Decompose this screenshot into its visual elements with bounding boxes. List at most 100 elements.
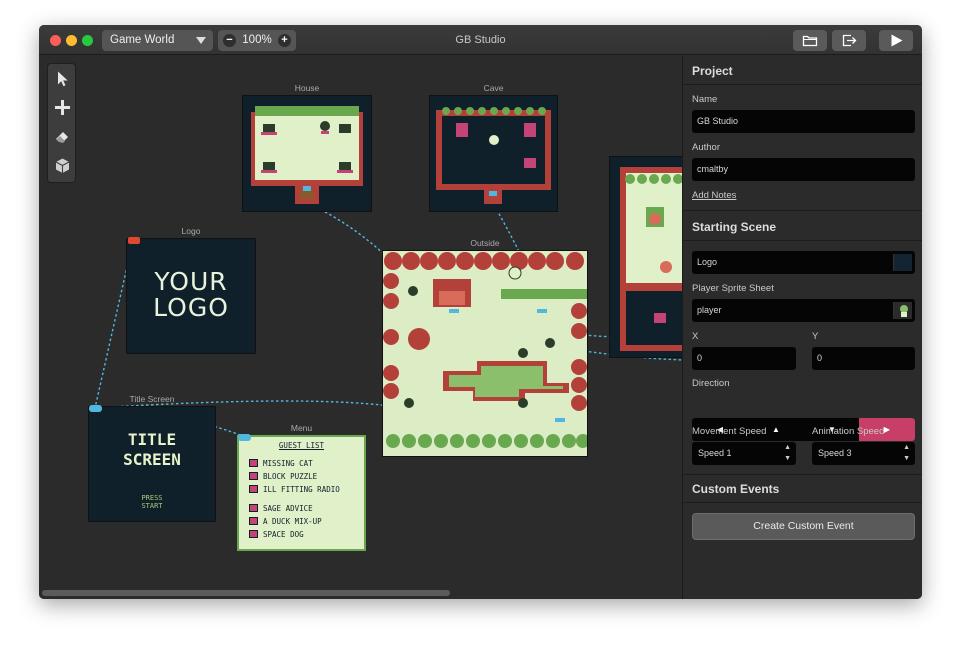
movement-speed-value: Speed 1 bbox=[698, 448, 732, 458]
world-view-select-label: Game World bbox=[110, 34, 175, 46]
zoom-out-button[interactable]: − bbox=[223, 34, 236, 47]
export-button[interactable] bbox=[832, 30, 866, 51]
divider bbox=[683, 84, 922, 85]
menu-item: BLOCK PUZZLE bbox=[249, 472, 363, 485]
starting-scene-select[interactable]: Logo bbox=[692, 251, 915, 274]
logo-art-text: YOUR LOGO bbox=[127, 269, 255, 321]
scene-house[interactable] bbox=[242, 95, 372, 212]
scene-menu[interactable]: GUEST LIST MISSING CAT BLOCK PUZZLE ILL … bbox=[237, 435, 366, 551]
maximize-window-button[interactable] bbox=[82, 35, 93, 46]
add-notes-link[interactable]: Add Notes bbox=[692, 190, 736, 201]
scene-label-logo: Logo bbox=[181, 226, 201, 236]
menu-item-label: SPACE DOG bbox=[263, 530, 304, 539]
press-line-1: PRESS bbox=[141, 494, 163, 502]
animation-speed-label: Animation Speed bbox=[812, 426, 885, 437]
menu-item-label: MISSING CAT bbox=[263, 459, 313, 468]
menu-heading: GUEST LIST bbox=[278, 441, 325, 450]
scene-title-screen[interactable]: TITLE SCREEN PRESS START bbox=[88, 406, 216, 522]
checkbox-icon bbox=[249, 459, 258, 467]
trigger-marker-icon bbox=[89, 405, 102, 412]
name-label: Name bbox=[692, 94, 718, 105]
scene-offscreen[interactable] bbox=[609, 156, 682, 358]
export-icon bbox=[842, 34, 857, 47]
zoom-control: − 100% + bbox=[218, 30, 296, 51]
chevron-down-icon bbox=[196, 37, 206, 44]
minimize-window-button[interactable] bbox=[66, 35, 77, 46]
menu-item: ILL FITTING RADIO bbox=[249, 485, 363, 504]
logo-line-1: YOUR bbox=[154, 267, 228, 296]
checkbox-icon bbox=[249, 485, 258, 493]
author-label: Author bbox=[692, 142, 720, 153]
starting-scene-value: Logo bbox=[697, 257, 718, 267]
scene-logo[interactable]: YOUR LOGO bbox=[126, 238, 256, 354]
divider bbox=[683, 210, 922, 211]
menu-item: A DUCK MIX-UP bbox=[249, 517, 363, 530]
cave-scene-art bbox=[430, 96, 557, 211]
movement-speed-select[interactable]: Speed 1 ▲ ▼ bbox=[692, 442, 796, 465]
titlebar: Game World − 100% + GB Studio bbox=[39, 25, 922, 55]
scene-label-outside: Outside bbox=[470, 238, 500, 248]
scene-label-house: House bbox=[294, 83, 320, 93]
open-folder-button[interactable] bbox=[793, 30, 827, 51]
scene-label-title-screen: Title Screen bbox=[129, 394, 175, 404]
project-sidebar: Project Name GB Studio Author cmaltby Ad… bbox=[682, 56, 922, 599]
scene-outside[interactable] bbox=[382, 250, 590, 457]
logo-line-2: LOGO bbox=[153, 293, 229, 322]
y-field[interactable]: 0 bbox=[812, 347, 915, 370]
updown-arrows-icon: ▲ ▼ bbox=[784, 444, 791, 462]
divider bbox=[683, 474, 922, 475]
name-field[interactable]: GB Studio bbox=[692, 110, 915, 133]
menu-item-label: SAGE ADVICE bbox=[263, 504, 313, 513]
animation-speed-select[interactable]: Speed 3 ▲ ▼ bbox=[812, 442, 915, 465]
y-label: Y bbox=[812, 331, 819, 342]
press-start-text: PRESS START bbox=[89, 494, 215, 510]
menu-item-label: BLOCK PUZZLE bbox=[263, 472, 318, 481]
scene-cave[interactable] bbox=[429, 95, 558, 212]
divider bbox=[683, 502, 922, 503]
menu-item-label: A DUCK MIX-UP bbox=[263, 517, 322, 526]
updown-arrows-icon: ▲ ▼ bbox=[903, 444, 910, 462]
menu-list: MISSING CAT BLOCK PUZZLE ILL FITTING RAD… bbox=[249, 459, 363, 543]
outside-scene-art bbox=[383, 251, 590, 456]
zoom-in-button[interactable]: + bbox=[278, 34, 291, 47]
folder-icon bbox=[802, 35, 818, 47]
start-scene-flag-icon bbox=[128, 237, 140, 244]
title-line-1: TITLE bbox=[127, 430, 177, 449]
scene-label-menu: Menu bbox=[290, 423, 313, 433]
house-scene-art bbox=[243, 96, 371, 211]
scene-thumbnail-icon bbox=[893, 254, 912, 271]
movement-speed-label: Movement Speed bbox=[692, 426, 767, 437]
menu-item-label: ILL FITTING RADIO bbox=[263, 485, 340, 494]
checkbox-icon bbox=[249, 472, 258, 480]
custom-events-heading: Custom Events bbox=[692, 482, 780, 496]
menu-item: SPACE DOG bbox=[249, 530, 363, 543]
horizontal-scrollbar[interactable] bbox=[42, 590, 450, 596]
animation-speed-value: Speed 3 bbox=[818, 448, 852, 458]
x-field[interactable]: 0 bbox=[692, 347, 796, 370]
sprite-sheet-value: player bbox=[697, 305, 722, 315]
divider bbox=[683, 240, 922, 241]
project-heading: Project bbox=[692, 64, 733, 78]
close-window-button[interactable] bbox=[50, 35, 61, 46]
title-line-2: SCREEN bbox=[123, 450, 181, 469]
menu-item: MISSING CAT bbox=[249, 459, 363, 472]
sprite-sheet-select[interactable]: player bbox=[692, 299, 915, 322]
starting-scene-heading: Starting Scene bbox=[692, 220, 777, 234]
x-label: X bbox=[692, 331, 699, 342]
author-field[interactable]: cmaltby bbox=[692, 158, 915, 181]
sprite-thumbnail-icon bbox=[893, 302, 912, 319]
app-window: Game World − 100% + GB Studio House Cave… bbox=[39, 25, 922, 599]
zoom-level: 100% bbox=[242, 34, 272, 46]
title-art-text: TITLE SCREEN bbox=[89, 430, 215, 470]
press-line-2: START bbox=[141, 502, 163, 510]
menu-item: SAGE ADVICE bbox=[249, 504, 363, 517]
play-icon bbox=[891, 34, 903, 47]
create-custom-event-button[interactable]: Create Custom Event bbox=[692, 513, 915, 540]
direction-label: Direction bbox=[692, 378, 730, 389]
world-view-select[interactable]: Game World bbox=[102, 30, 213, 51]
checkbox-icon bbox=[249, 517, 258, 525]
checkbox-icon bbox=[249, 530, 258, 538]
play-button[interactable] bbox=[879, 30, 913, 51]
world-canvas[interactable]: House Cave Logo YOUR LOGO Outside Title … bbox=[39, 56, 682, 599]
checkbox-icon bbox=[249, 504, 258, 512]
